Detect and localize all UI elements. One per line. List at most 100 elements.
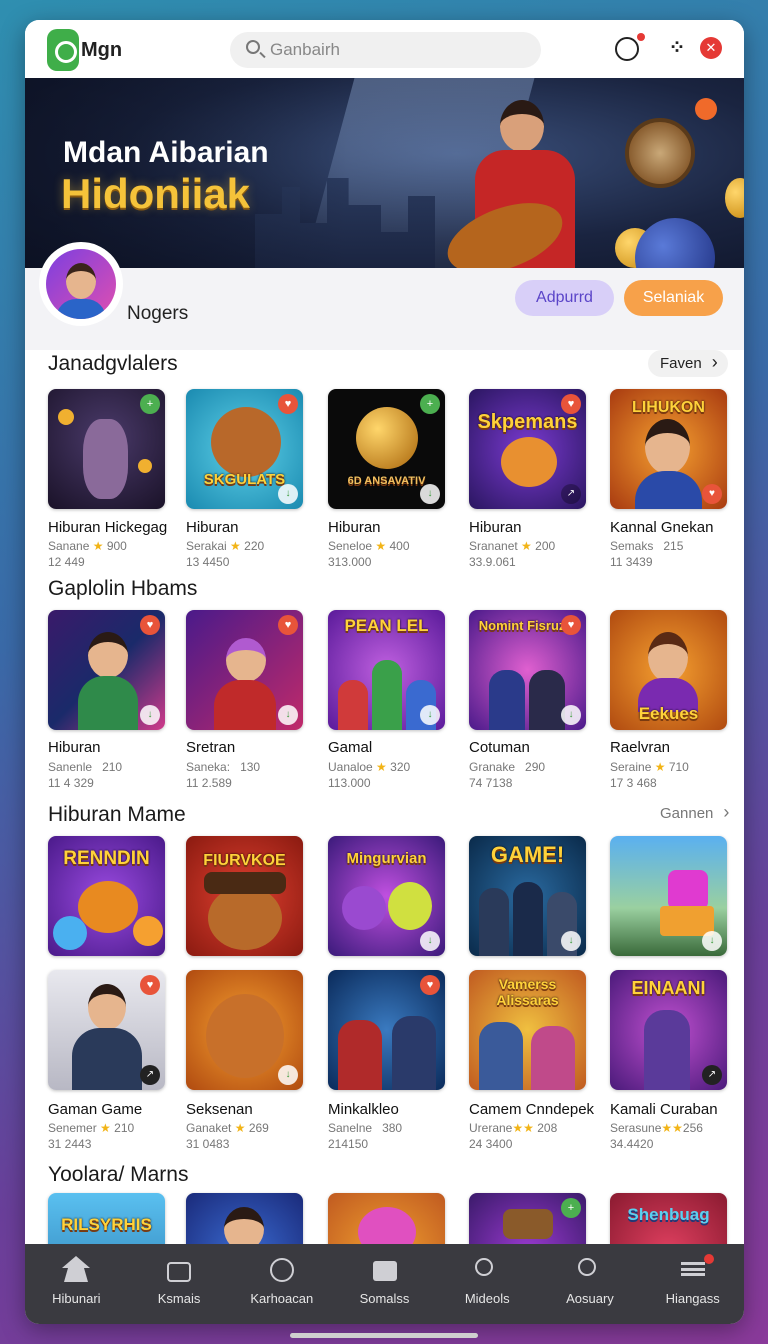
nav-item-messages[interactable]: Somalss: [333, 1244, 436, 1324]
game-tile[interactable]: ♥ ↓: [186, 610, 303, 730]
share-icon: ↗: [702, 1065, 722, 1085]
game-title[interactable]: Camem Cnndepek: [469, 1101, 594, 1118]
game-title[interactable]: Hiburan: [469, 519, 522, 536]
nav-label: Somalss: [359, 1291, 410, 1306]
heart-icon: ♥: [278, 394, 298, 414]
game-title[interactable]: Gamal: [328, 739, 372, 756]
game-title[interactable]: Sretran: [186, 739, 235, 756]
game-tile[interactable]: ↓: [186, 970, 303, 1090]
game-title[interactable]: Hiburan: [328, 519, 381, 536]
game-tile[interactable]: LIHUKON ♥: [610, 389, 727, 509]
game-tile[interactable]: ♥ ↗: [48, 970, 165, 1090]
game-meta: Serasune★★256: [610, 1121, 703, 1135]
section-title: Hiburan Mame: [48, 803, 186, 826]
nav-label: Hiangass: [665, 1291, 720, 1306]
game-tile[interactable]: EINAANI ↗: [610, 970, 727, 1090]
avatar[interactable]: [39, 242, 123, 326]
search-icon: [577, 1258, 596, 1276]
section-title: Yoolara/ Marns: [48, 1163, 189, 1186]
nav-item-games[interactable]: Ksmais: [128, 1244, 231, 1324]
download-icon: ↓: [420, 484, 440, 504]
profile-name: Nogers: [127, 303, 189, 324]
plus-icon: +: [140, 394, 160, 414]
game-tile[interactable]: SKGULATS ♥ ↓: [186, 389, 303, 509]
game-tile[interactable]: FIURVKOE: [186, 836, 303, 956]
grid-menu-icon[interactable]: ⁘: [665, 37, 689, 61]
heart-icon: ♥: [420, 975, 440, 995]
game-title[interactable]: Minkalkleo: [328, 1101, 399, 1118]
game-meta: Sanane ★ 900: [48, 539, 127, 553]
game-tile[interactable]: Skpemans ♥ ↗: [469, 389, 586, 509]
game-count: 113.000: [328, 776, 371, 790]
heart-icon: ♥: [140, 615, 160, 635]
section-more-link[interactable]: Faven: [648, 350, 728, 377]
game-count: 17 3 468: [610, 776, 657, 790]
game-title[interactable]: Hiburan Hickegag: [48, 519, 167, 536]
game-title[interactable]: Kamali Curaban: [610, 1101, 718, 1118]
game-title[interactable]: Hiburan: [48, 739, 101, 756]
nav-item-explore[interactable]: Karhoacan: [230, 1244, 333, 1324]
game-meta: Uanaloe ★ 320: [328, 760, 411, 774]
banner-headline: Hidoniiak: [61, 170, 251, 217]
app-logo-icon[interactable]: [47, 29, 79, 71]
game-meta: Sanelne 380: [328, 1121, 403, 1135]
game-tile[interactable]: RENNDIN: [48, 836, 165, 956]
game-tile[interactable]: ♥: [328, 970, 445, 1090]
nav-label: Aosuary: [566, 1291, 614, 1306]
game-tile[interactable]: +: [48, 389, 165, 509]
mail-icon: [372, 1261, 397, 1281]
heart-icon: ♥: [561, 615, 581, 635]
heart-icon: ♥: [278, 615, 298, 635]
primary-action-button[interactable]: Adpurrd: [515, 280, 614, 316]
home-indicator[interactable]: [290, 1333, 478, 1338]
nav-item-account[interactable]: Aosuary: [539, 1244, 642, 1324]
game-tile[interactable]: PEAN LEL ↓: [328, 610, 445, 730]
search-input[interactable]: [270, 38, 530, 62]
nav-item-videos[interactable]: Mideols: [436, 1244, 539, 1324]
heart-icon: ♥: [140, 975, 160, 995]
game-title[interactable]: Raelvran: [610, 739, 670, 756]
game-meta: Semaks 215: [610, 539, 684, 553]
game-tile[interactable]: GAME! ↓: [469, 836, 586, 956]
hero-banner[interactable]: Mdan Aibarian Hidoniiak: [25, 78, 744, 268]
settings-badge-icon[interactable]: ✕: [700, 37, 722, 59]
game-tile[interactable]: ♥ ↓: [48, 610, 165, 730]
bottom-navigation: Hibunari Ksmais Karhoacan Somalss Mideol…: [25, 1244, 744, 1324]
secondary-action-button[interactable]: Selaniak: [624, 280, 723, 316]
game-tile[interactable]: 6D ANSAVATIV + ↓: [328, 389, 445, 509]
nav-label: Mideols: [464, 1291, 510, 1306]
game-title[interactable]: Seksenan: [186, 1101, 253, 1118]
bag-icon: [167, 1262, 192, 1282]
game-tile[interactable]: Nomint Fisruzal ♥ ↓: [469, 610, 586, 730]
search-bar[interactable]: [230, 32, 541, 68]
nav-item-home[interactable]: Hibunari: [25, 1244, 128, 1324]
download-icon: ↓: [561, 705, 581, 725]
nav-item-more[interactable]: Hiangass: [641, 1244, 744, 1324]
game-meta: Seneloe ★ 400: [328, 539, 410, 553]
search-icon: [246, 40, 260, 54]
plus-icon: +: [420, 394, 440, 414]
game-count: 13 4450: [186, 555, 230, 569]
game-count: 12 449: [48, 555, 85, 569]
game-tile[interactable]: Vamerss Alissaras: [469, 970, 586, 1090]
banner-title: Mdan Aibarian: [63, 136, 269, 169]
download-icon: ↓: [278, 1065, 298, 1085]
game-title[interactable]: Cotuman: [469, 739, 530, 756]
game-count: 11 4 329: [48, 776, 94, 790]
notification-icon[interactable]: [615, 33, 645, 61]
download-icon: ↓: [140, 705, 160, 725]
game-title[interactable]: Hiburan: [186, 519, 239, 536]
game-title[interactable]: Kannal Gnekan: [610, 519, 713, 536]
game-tile[interactable]: Mingurvian ↓: [328, 836, 445, 956]
game-meta: Srananet ★ 200: [469, 539, 556, 553]
nav-label: Karhoacan: [250, 1291, 314, 1306]
game-tile[interactable]: ↓: [610, 836, 727, 956]
section-title: Gaplolin Hbams: [48, 577, 198, 600]
game-tile[interactable]: Eekues: [610, 610, 727, 730]
download-icon: ↓: [278, 705, 298, 725]
game-meta: Senemer ★ 210: [48, 1121, 135, 1135]
game-title[interactable]: Gaman Game: [48, 1101, 142, 1118]
section-more-link[interactable]: Gannen: [648, 800, 739, 827]
game-count: 33.9.061: [469, 555, 516, 569]
game-meta: Sanenle 210: [48, 760, 123, 774]
